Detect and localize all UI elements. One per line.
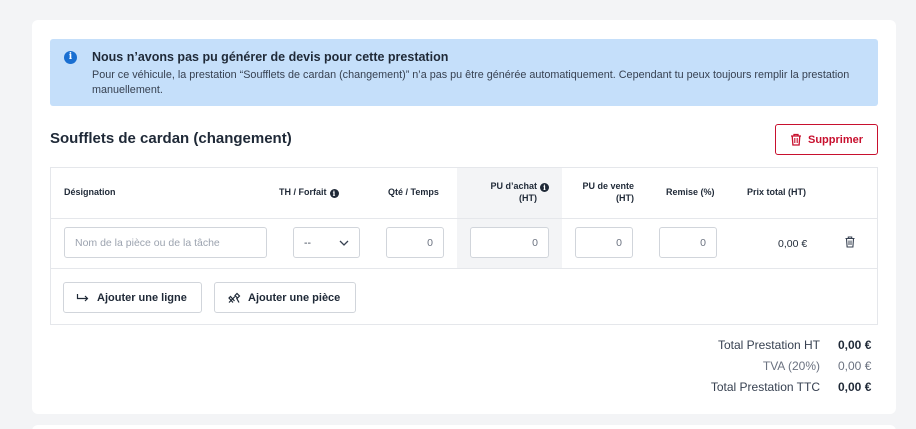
header-pu-vente: PU de vente (HT) [566, 180, 634, 204]
chevron-down-icon [339, 240, 349, 246]
section-title: Soufflets de cardan (changement) [50, 130, 292, 147]
arrow-return-icon [76, 293, 89, 301]
info-icon[interactable]: i [540, 183, 549, 192]
header-remise: Remise (%) [666, 187, 715, 197]
header-divider [51, 218, 877, 219]
delete-prestation-button[interactable]: Supprimer [775, 124, 878, 155]
trash-icon [790, 133, 801, 146]
header-th-forfait: TH / Forfait i [279, 186, 339, 198]
pu-achat-input[interactable]: 0 [470, 227, 549, 258]
header-pu-vente-label: PU de vente [582, 181, 634, 191]
tools-icon [228, 292, 241, 303]
header-pu-vente-unit: (HT) [616, 193, 634, 203]
th-forfait-value: -- [304, 236, 311, 249]
header-qte-temps: Qté / Temps [388, 187, 439, 197]
trash-icon[interactable] [845, 236, 855, 248]
info-alert: i Nous n’avons pas pu générer de devis p… [50, 39, 878, 106]
pu-vente-input[interactable]: 0 [575, 227, 633, 258]
prestation-table: Désignation TH / Forfait i Qté / Temps PU… [50, 167, 878, 325]
total-ht-value: 0,00 € [838, 338, 872, 352]
th-forfait-select[interactable]: -- [293, 227, 360, 258]
alert-text: Pour ce véhicule, la prestation “Souffle… [92, 69, 850, 96]
header-designation: Désignation [64, 187, 116, 197]
info-icon[interactable]: i [329, 189, 339, 198]
header-th-forfait-label: TH / Forfait [279, 187, 327, 197]
tva-label: TVA (20%) [762, 359, 820, 373]
add-line-button[interactable]: Ajouter une ligne [63, 282, 202, 313]
header-pu-achat: PU d’achat i (HT) [471, 180, 549, 204]
alert-title: Nous n’avons pas pu générer de devis pou… [92, 50, 449, 64]
tva-value: 0,00 € [838, 359, 872, 373]
total-ttc-label: Total Prestation TTC [710, 380, 820, 394]
header-prix-total: Prix total (HT) [747, 187, 807, 197]
add-piece-button[interactable]: Ajouter une pièce [214, 282, 356, 313]
remise-input[interactable]: 0 [659, 227, 717, 258]
delete-button-label: Supprimer [807, 133, 863, 146]
prestation-card: i Nous n’avons pas pu générer de devis p… [32, 20, 896, 414]
add-piece-label: Ajouter une pièce [248, 291, 341, 304]
info-icon: i [64, 51, 77, 64]
add-line-label: Ajouter une ligne [97, 291, 187, 304]
total-ht-label: Total Prestation HT [717, 338, 820, 352]
row-total: 0,00 € [778, 238, 808, 250]
designation-input[interactable]: Nom de la pièce ou de la tâche [64, 227, 267, 258]
total-ttc-value: 0,00 € [838, 380, 872, 394]
header-pu-achat-unit: (HT) [519, 193, 537, 203]
next-card [32, 425, 896, 429]
row-divider [51, 268, 877, 269]
qte-input[interactable]: 0 [386, 227, 444, 258]
header-pu-achat-label: PU d’achat [490, 181, 537, 191]
